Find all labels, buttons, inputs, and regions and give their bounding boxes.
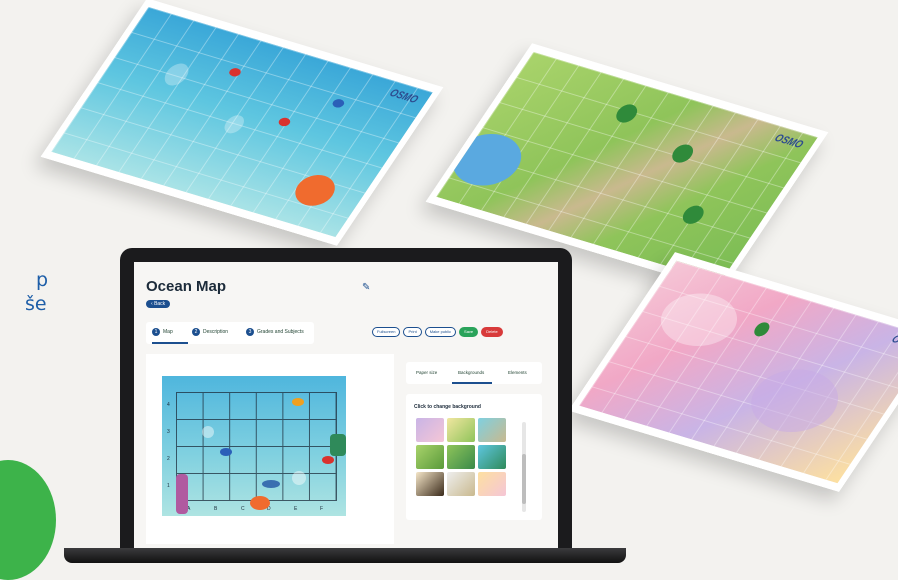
tab-number: 1 [152, 328, 160, 336]
tab-elements[interactable]: Elements [508, 370, 527, 375]
scrollbar-thumb[interactable] [522, 454, 526, 504]
side-text-line-1: p [36, 269, 49, 291]
tab-grades-subjects[interactable]: 3 Grades and Subjects [246, 328, 304, 336]
background-thumbnail[interactable] [478, 418, 506, 442]
tab-number: 3 [246, 328, 254, 336]
bubble [202, 426, 214, 438]
row-label: 2 [167, 456, 170, 462]
tab-label: Description [203, 329, 229, 335]
seaweed [330, 434, 346, 456]
green-decoration [0, 460, 56, 580]
delete-button[interactable]: Delete [481, 327, 503, 337]
coral [250, 496, 270, 510]
back-button[interactable]: ‹ Back [146, 300, 171, 308]
col-label: C [241, 506, 245, 512]
tab-backgrounds[interactable]: Backgrounds [458, 370, 484, 375]
tab-label: Grades and Subjects [257, 329, 304, 335]
col-label: B [214, 506, 218, 512]
active-tab-indicator [152, 342, 188, 344]
background-thumbnails [416, 418, 506, 496]
ocean-mat: OSMO [40, 0, 444, 246]
side-text: p še [0, 268, 48, 316]
tab-label: Map [163, 329, 173, 335]
back-label: Back [154, 301, 166, 307]
tab-description[interactable]: 2 Description [192, 328, 228, 336]
map-editor-app: Ocean Map ✎ ‹ Back 1 Map 2 Description 3… [134, 262, 558, 548]
fish-icon[interactable] [322, 456, 334, 464]
row-label: 4 [167, 402, 170, 408]
fish-icon[interactable] [292, 398, 304, 406]
fullscreen-button[interactable]: Fullscreen [372, 327, 401, 337]
shark-icon[interactable] [262, 480, 280, 488]
edit-pencil-icon[interactable]: ✎ [362, 282, 370, 293]
background-thumbnail[interactable] [478, 445, 506, 469]
fish-icon[interactable] [220, 448, 232, 456]
print-button[interactable]: Print [403, 327, 422, 337]
save-button[interactable]: Save [459, 327, 479, 337]
map-grid [176, 392, 337, 501]
page-title: Ocean Map [146, 278, 227, 295]
seaweed [176, 474, 188, 514]
col-label: F [320, 506, 324, 512]
background-thumbnail[interactable] [416, 445, 444, 469]
row-label: 3 [167, 429, 170, 435]
map-canvas-panel: 4 3 2 1 A B C D E F [146, 354, 394, 544]
laptop-base [64, 548, 626, 563]
step-tabs: 1 Map 2 Description 3 Grades and Subject… [146, 322, 314, 344]
background-chooser-title: Click to change background [414, 404, 481, 410]
tab-paper-size[interactable]: Paper size [416, 370, 437, 375]
ocean-map-canvas[interactable]: 4 3 2 1 A B C D E F [162, 376, 346, 516]
tab-number: 2 [192, 328, 200, 336]
side-text-line-2: še [25, 293, 47, 315]
active-tab-indicator [452, 382, 492, 384]
panel-tabs: Paper size Backgrounds Elements [406, 362, 542, 384]
background-thumbnail[interactable] [478, 472, 506, 496]
clouds-mat: OSMO [568, 252, 898, 492]
tab-map[interactable]: 1 Map [152, 328, 173, 336]
action-bar: Fullscreen Print Make public Save Delete [372, 327, 503, 337]
background-thumbnail[interactable] [447, 472, 475, 496]
row-label: 1 [167, 483, 170, 489]
background-thumbnail[interactable] [416, 418, 444, 442]
background-thumbnail[interactable] [447, 445, 475, 469]
background-panel: Paper size Backgrounds Elements Click to… [406, 362, 542, 544]
col-label: E [294, 506, 298, 512]
background-thumbnail[interactable] [416, 472, 444, 496]
background-thumbnail[interactable] [447, 418, 475, 442]
background-chooser: Click to change background [406, 394, 542, 520]
bubble [292, 471, 306, 485]
make-public-button[interactable]: Make public [424, 327, 457, 337]
mat-grid [579, 260, 898, 484]
